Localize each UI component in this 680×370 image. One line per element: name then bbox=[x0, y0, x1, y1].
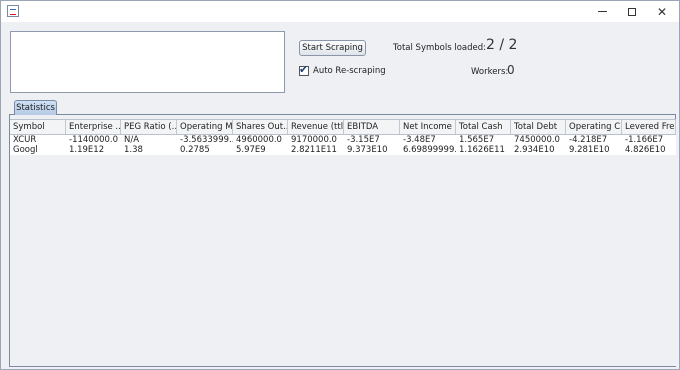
checkmark-icon: ✔ bbox=[299, 63, 309, 76]
table-cell: 5.97E9 bbox=[236, 145, 266, 155]
column-header[interactable]: Operating M... bbox=[177, 120, 233, 134]
table-cell: -3.48E7 bbox=[403, 135, 436, 145]
total-symbols-value: 2 / 2 bbox=[486, 37, 518, 53]
table-body: XCUR -1140000.0 N/A -3.5633999... 4960000.0 9… bbox=[10, 135, 676, 155]
table-header: Symbol Enterprise ... PEG Ratio (... Operat… bbox=[10, 119, 676, 135]
close-button[interactable]: ✕ bbox=[647, 1, 677, 22]
maximize-icon bbox=[628, 7, 636, 16]
column-header[interactable]: Shares Out... bbox=[233, 120, 288, 134]
table-row[interactable]: XCUR -1140000.0 N/A -3.5633999... 4960000.0 9… bbox=[10, 135, 676, 145]
auto-rescraping-label: Auto Re-scraping bbox=[313, 66, 386, 76]
column-header[interactable]: Net Income bbox=[400, 120, 456, 134]
table-cell: -4.218E7 bbox=[569, 135, 608, 145]
workers-value: 0 bbox=[507, 63, 515, 77]
column-header[interactable]: Enterprise ... bbox=[66, 120, 121, 134]
table-cell: 2.8211E11 bbox=[291, 145, 337, 155]
table-cell: 6.69899999... bbox=[403, 145, 456, 155]
table-cell: 1.19E12 bbox=[69, 145, 105, 155]
table-cell: -1.166E7 bbox=[625, 135, 664, 145]
table-cell: 9.281E10 bbox=[569, 145, 610, 155]
column-header[interactable]: Symbol bbox=[10, 120, 66, 134]
column-header[interactable]: Levered Fre... bbox=[622, 120, 676, 134]
maximize-button[interactable] bbox=[617, 1, 647, 22]
column-header[interactable]: Total Cash bbox=[456, 120, 511, 134]
total-symbols-label: Total Symbols loaded: bbox=[393, 43, 487, 53]
table-cell: 2.934E10 bbox=[514, 145, 555, 155]
table-cell: -3.15E7 bbox=[347, 135, 380, 145]
table-cell: 9170000.0 bbox=[291, 135, 337, 145]
table-cell: 4.826E10 bbox=[625, 145, 666, 155]
statistics-table: Symbol Enterprise ... PEG Ratio (... Operat… bbox=[10, 119, 676, 366]
tab-strip-divider bbox=[9, 114, 676, 115]
table-cell: -1140000.0 bbox=[69, 135, 119, 145]
table-row[interactable]: Googl 1.19E12 1.38 0.2785 5.97E9 2.8211E11 9.3… bbox=[10, 145, 676, 155]
workers-label: Workers: bbox=[471, 67, 509, 77]
title-bar: ✕ bbox=[1, 1, 679, 22]
column-header[interactable]: Operating C... bbox=[566, 120, 622, 134]
table-cell: 7450000.0 bbox=[514, 135, 560, 145]
close-icon: ✕ bbox=[656, 4, 668, 19]
column-header[interactable]: Total Debt bbox=[511, 120, 566, 134]
table-cell: 1.565E7 bbox=[459, 135, 495, 145]
column-header[interactable]: PEG Ratio (... bbox=[121, 120, 177, 134]
minimize-icon bbox=[597, 11, 607, 12]
table-cell: 9.373E10 bbox=[347, 145, 388, 155]
table-cell: 1.38 bbox=[124, 145, 143, 155]
table-cell: 1.1626E11 bbox=[459, 145, 505, 155]
table-cell: N/A bbox=[124, 135, 140, 145]
app-window: ✕ Start Scraping Total Symbols loaded: 2… bbox=[0, 0, 680, 370]
symbols-text-area[interactable] bbox=[10, 31, 285, 93]
table-cell: 0.2785 bbox=[180, 145, 210, 155]
checkbox-box[interactable]: ✔ bbox=[299, 63, 309, 76]
table-cell: 4960000.0 bbox=[236, 135, 282, 145]
table-cell: XCUR bbox=[13, 135, 37, 145]
minimize-button[interactable] bbox=[587, 1, 617, 22]
tab-statistics[interactable]: Statistics bbox=[14, 100, 57, 115]
column-header[interactable]: EBITDA bbox=[344, 120, 400, 134]
table-cell: -3.5633999... bbox=[180, 135, 233, 145]
app-icon bbox=[7, 5, 19, 17]
table-cell: Googl bbox=[13, 145, 38, 155]
column-header[interactable]: Revenue (ttl... bbox=[288, 120, 344, 134]
auto-rescraping-checkbox[interactable]: ✔ Auto Re-scraping bbox=[299, 63, 386, 76]
start-scraping-button[interactable]: Start Scraping bbox=[299, 40, 366, 56]
